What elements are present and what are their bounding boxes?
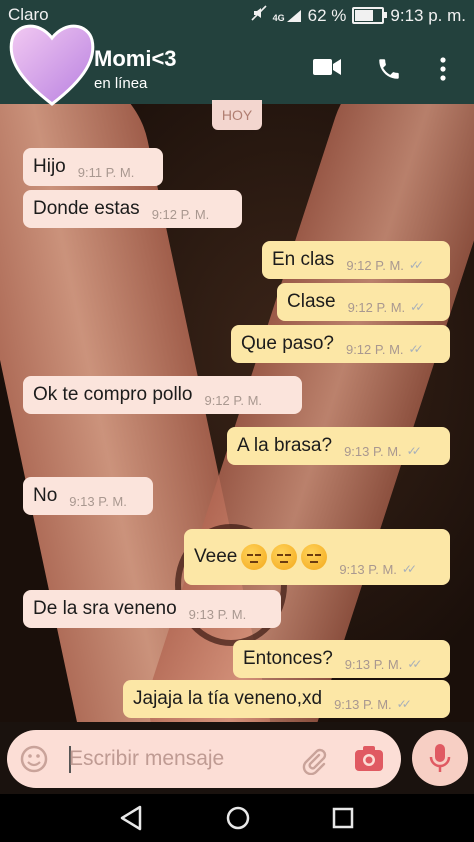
message-outgoing[interactable]: Jajaja la tía veneno,xd 9:13 P. M. ✓✓ <box>123 680 450 718</box>
message-time: 9:13 P. M. <box>344 443 402 459</box>
read-ticks-icon: ✓✓ <box>396 697 412 711</box>
camera-icon[interactable] <box>353 744 385 779</box>
message-time: 9:12 P. M. <box>347 299 406 315</box>
mute-icon <box>251 5 267 26</box>
phone-icon[interactable] <box>376 56 402 87</box>
message-outgoing[interactable]: Que paso? 9:12 P. M. ✓✓ <box>231 325 450 363</box>
chat-header[interactable]: Momi<3 en línea <box>0 24 474 106</box>
mic-button[interactable] <box>412 730 468 786</box>
message-outgoing[interactable]: Veee 9:13 P. M. ✓✓ <box>184 529 450 585</box>
contact-name[interactable]: Momi<3 <box>94 46 177 72</box>
message-text: Ok te compro pollo <box>33 384 193 405</box>
read-ticks-icon: ✓✓ <box>410 300 425 314</box>
message-text: Entonces? <box>243 648 333 669</box>
message-time: 9:12 P. M. <box>345 341 404 357</box>
message-incoming[interactable]: De la sra veneno 9:13 P. M. <box>23 590 281 628</box>
message-outgoing[interactable]: Clase 9:12 P. M. ✓✓ <box>277 283 450 321</box>
message-text: Clase <box>287 291 336 312</box>
network-type: 4G <box>272 12 285 23</box>
message-text: Donde estas <box>33 198 140 219</box>
back-icon[interactable] <box>118 804 144 837</box>
message-time: 9:13 P. M. <box>188 606 247 622</box>
message-time: 9:13 P. M. <box>344 656 403 672</box>
read-ticks-icon: ✓✓ <box>407 657 422 671</box>
signal-icon: 4G <box>273 9 302 23</box>
message-time: 9:13 P. M. <box>339 561 397 577</box>
message-text: Veee <box>194 546 238 567</box>
message-input[interactable]: Escribir mensaje <box>7 730 401 788</box>
message-text: A la brasa? <box>237 435 333 456</box>
message-incoming[interactable]: Donde estas 9:12 P. M. <box>23 190 242 228</box>
message-time: 9:12 P. M. <box>151 206 210 222</box>
message-text: Hijo <box>33 156 66 177</box>
compose-bar: Escribir mensaje <box>0 722 474 794</box>
read-ticks-icon: ✓✓ <box>408 342 424 356</box>
message-text: De la sra veneno <box>33 598 177 619</box>
message-time: 9:11 P. M. <box>77 164 135 180</box>
message-text: Jajaja la tía veneno,xd <box>133 688 323 709</box>
heart-icon <box>9 24 95 106</box>
message-text: No <box>33 485 58 506</box>
message-outgoing[interactable]: Entonces? 9:13 P. M. ✓✓ <box>233 640 450 678</box>
recents-icon[interactable] <box>330 804 356 837</box>
battery-icon <box>352 7 388 24</box>
system-nav-bar <box>0 794 474 842</box>
message-list[interactable]: HOY Hijo 9:11 P. M. Donde estas 9:12 P. … <box>0 100 474 722</box>
unamused-face-emoji <box>301 544 328 570</box>
read-ticks-icon: ✓✓ <box>401 562 417 576</box>
message-time: 9:13 P. M. <box>69 493 127 509</box>
unamused-face-emoji <box>241 544 268 570</box>
message-text: En clas <box>272 249 335 270</box>
message-placeholder: Escribir mensaje <box>69 747 225 770</box>
emoji-icon[interactable] <box>19 744 49 779</box>
home-icon[interactable] <box>224 804 252 837</box>
message-time: 9:13 P. M. <box>334 696 392 712</box>
video-call-icon[interactable] <box>312 56 342 83</box>
unamused-face-emoji <box>271 544 298 570</box>
message-outgoing[interactable]: En clas 9:12 P. M. ✓✓ <box>262 241 450 279</box>
message-incoming[interactable]: No 9:13 P. M. <box>23 477 153 515</box>
message-time: 9:12 P. M. <box>204 392 263 408</box>
message-incoming[interactable]: Ok te compro pollo 9:12 P. M. <box>23 376 302 414</box>
message-text: Que paso? <box>241 333 334 354</box>
message-time: 9:12 P. M. <box>346 257 404 273</box>
attach-icon[interactable] <box>299 745 329 780</box>
clock: 9:13 p. m. <box>390 5 466 25</box>
read-ticks-icon: ✓✓ <box>406 444 422 458</box>
presence-status: en línea <box>94 75 148 92</box>
battery-percent: 62 % <box>307 5 347 25</box>
date-chip: HOY <box>212 100 262 130</box>
read-ticks-icon: ✓✓ <box>408 258 424 272</box>
contact-avatar[interactable] <box>6 16 98 112</box>
message-incoming[interactable]: Hijo 9:11 P. M. <box>23 148 163 186</box>
more-vert-icon[interactable] <box>438 56 448 87</box>
mic-icon <box>428 742 452 779</box>
message-outgoing[interactable]: A la brasa? 9:13 P. M. ✓✓ <box>227 427 450 465</box>
